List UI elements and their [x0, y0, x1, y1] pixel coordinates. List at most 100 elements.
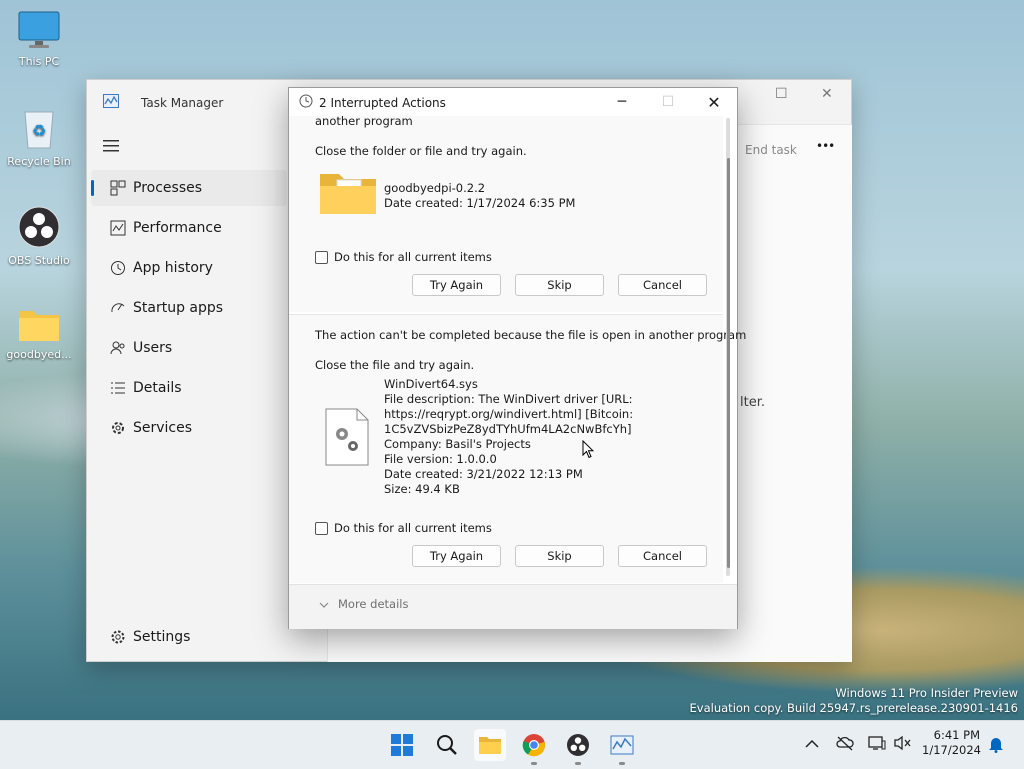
more-details-button[interactable]: More details — [319, 597, 408, 611]
interrupted-actions-dialog: 2 Interrupted Actions ─ ☐ ✕ another prog… — [288, 87, 746, 629]
file-description: File description: The WinDivert driver [… — [384, 392, 633, 406]
clock-time: 6:41 PM — [933, 728, 980, 742]
try-again-button[interactable]: Try Again — [412, 274, 501, 296]
nav-label: Users — [133, 340, 173, 356]
folder-icon — [1, 305, 77, 346]
file-date: Date created: 3/21/2022 12:13 PM — [384, 467, 583, 481]
dialog-title: 2 Interrupted Actions — [319, 95, 446, 110]
more-details-label: More details — [338, 597, 409, 611]
desktop-icon-obs-studio[interactable]: OBS Studio — [1, 205, 77, 267]
cancel-button[interactable]: Cancel — [618, 545, 707, 567]
file-explorer-button[interactable] — [474, 729, 506, 761]
apply-to-all-checkbox[interactable]: Do this for all current items — [315, 521, 492, 535]
desktop-icon-goodbyedpi-folder[interactable]: goodbyed... — [1, 305, 77, 361]
onedrive-offline-icon[interactable] — [836, 735, 854, 755]
nav-item-processes[interactable]: Processes — [91, 170, 287, 206]
monitor-icon — [1, 10, 77, 53]
nav-label: Details — [133, 380, 182, 396]
search-icon — [437, 735, 457, 755]
content-partial-text: lter. — [740, 395, 765, 410]
task-manager-button[interactable] — [606, 729, 638, 765]
dialog-scrollbar-thumb[interactable] — [727, 158, 730, 568]
nav-item-performance[interactable]: Performance — [91, 210, 287, 246]
svg-text:♻: ♻ — [32, 121, 46, 140]
close-button[interactable]: ✕ — [691, 88, 737, 116]
task-manager-app-icon — [103, 94, 119, 111]
task-manager-icon — [610, 735, 634, 755]
nav-item-settings[interactable]: Settings — [91, 619, 287, 655]
conflict-message: another program — [315, 114, 413, 128]
nav-item-details[interactable]: Details — [91, 370, 287, 406]
mouse-cursor-icon — [582, 439, 595, 462]
nav-label: Startup apps — [133, 300, 224, 316]
end-task-button[interactable]: End task — [745, 143, 797, 157]
watermark-line: Evaluation copy. Build 25947.rs_prerelea… — [689, 701, 1018, 715]
dialog-titlebar: 2 Interrupted Actions — [299, 94, 446, 111]
obs-icon — [1, 205, 77, 252]
maximize-button: ☐ — [661, 94, 675, 110]
desktop-icon-this-pc[interactable]: This PC — [1, 10, 77, 68]
minimize-button[interactable]: ─ — [599, 88, 645, 116]
file-date: Date created: 1/17/2024 6:35 PM — [384, 196, 576, 210]
skip-button[interactable]: Skip — [515, 545, 604, 567]
conflict-message: The action can't be completed because th… — [315, 328, 747, 342]
nav-item-users[interactable]: Users — [91, 330, 287, 366]
checkbox-label: Do this for all current items — [334, 250, 492, 264]
file-version: File version: 1.0.0.0 — [384, 452, 497, 466]
network-icon[interactable] — [868, 735, 886, 755]
checkbox-box[interactable] — [315, 521, 328, 535]
folder-icon — [479, 737, 501, 754]
clock-icon — [299, 94, 313, 111]
chrome-button[interactable] — [518, 729, 550, 765]
startup-apps-icon — [103, 300, 133, 316]
system-clock[interactable]: 6:41 PM 1/17/2024 — [922, 728, 981, 758]
watermark-line: Windows 11 Pro Insider Preview — [835, 686, 1018, 700]
app-history-icon — [103, 260, 133, 276]
try-again-button[interactable]: Try Again — [412, 545, 501, 567]
recycle-bin-icon: ♻ — [1, 106, 77, 153]
conflict-item-file: The action can't be completed because th… — [289, 314, 746, 583]
start-button[interactable] — [386, 729, 418, 761]
apply-to-all-checkbox[interactable]: Do this for all current items — [315, 250, 492, 264]
close-button[interactable]: ✕ — [821, 86, 833, 102]
file-size: Size: 49.4 KB — [384, 482, 460, 496]
obs-studio-button[interactable] — [562, 729, 594, 765]
checkbox-box[interactable] — [315, 250, 328, 264]
nav-item-startup-apps[interactable]: Startup apps — [91, 290, 287, 326]
nav-label: Settings — [133, 629, 191, 645]
volume-muted-icon[interactable] — [894, 735, 912, 755]
chrome-icon — [522, 734, 546, 757]
desktop-icon-label: OBS Studio — [8, 254, 70, 267]
desktop-icon-label: goodbyed... — [6, 348, 72, 361]
clock-date: 1/17/2024 — [922, 743, 981, 757]
evaluation-watermark: Windows 11 Pro Insider Preview Evaluatio… — [690, 686, 1018, 716]
cancel-button[interactable]: Cancel — [618, 274, 707, 296]
hamburger-menu-icon[interactable] — [103, 140, 119, 155]
details-icon — [103, 380, 133, 396]
folder-icon — [319, 168, 377, 219]
notification-bell-icon[interactable] — [988, 736, 1004, 757]
more-options-button[interactable]: ••• — [816, 139, 835, 153]
conflict-instruction: Close the folder or file and try again. — [315, 144, 527, 158]
desktop-icon-label: This PC — [18, 55, 60, 68]
desktop-icon-label: Recycle Bin — [7, 155, 71, 168]
nav-label: Processes — [133, 180, 203, 196]
nav-item-app-history[interactable]: App history — [91, 250, 287, 286]
task-manager-title: Task Manager — [141, 95, 224, 110]
obs-icon — [567, 734, 589, 756]
search-button[interactable] — [431, 729, 463, 761]
chevron-up-icon — [805, 739, 819, 748]
chevron-down-icon — [319, 597, 329, 611]
maximize-button[interactable]: ☐ — [775, 86, 788, 102]
skip-button[interactable]: Skip — [515, 274, 604, 296]
desktop-icon-recycle-bin[interactable]: ♻ Recycle Bin — [1, 106, 77, 168]
processes-icon — [103, 180, 133, 196]
show-hidden-icons-button[interactable] — [805, 737, 819, 753]
nav-item-services[interactable]: Services — [91, 410, 287, 446]
system-file-icon — [325, 408, 369, 469]
file-name: goodbyedpi-0.2.2 — [384, 181, 486, 195]
gear-icon — [103, 629, 133, 645]
windows-logo-icon — [391, 734, 413, 756]
conflict-file-details: goodbyedpi-0.2.2 Date created: 1/17/2024… — [384, 181, 575, 211]
performance-icon — [103, 220, 133, 236]
